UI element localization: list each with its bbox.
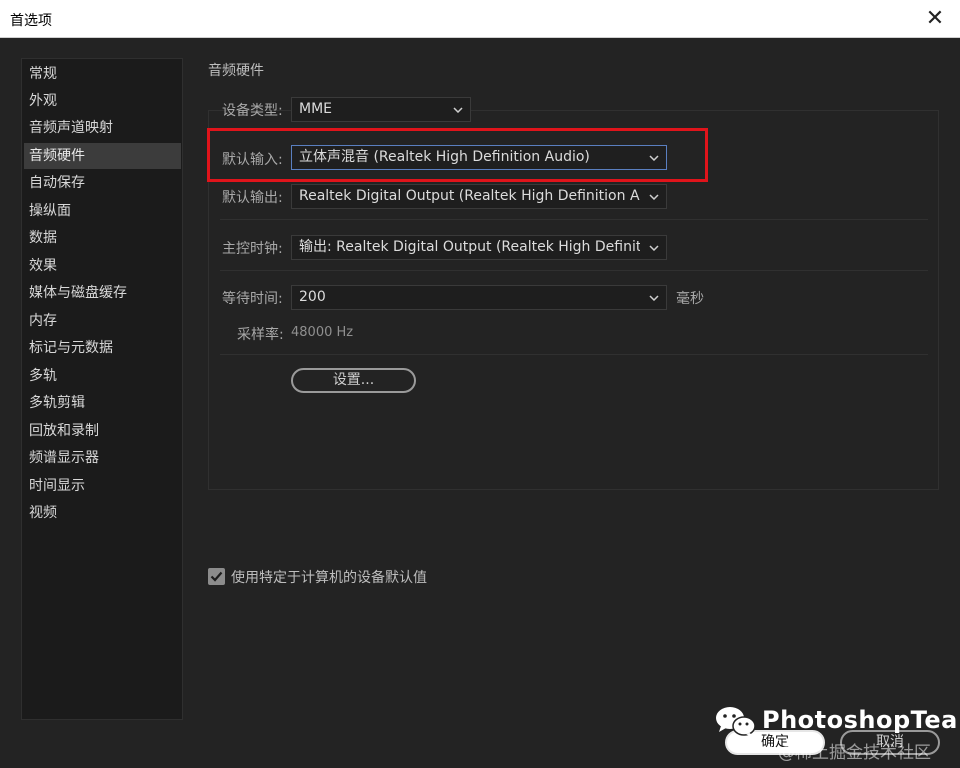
chevron-down-icon: [648, 185, 660, 208]
sidebar-item-multitrack-clips[interactable]: 多轨剪辑: [24, 390, 181, 416]
checkmark-icon: [210, 571, 223, 582]
default-output-select[interactable]: Realtek Digital Output (Realtek High Def…: [291, 184, 667, 209]
default-input-select[interactable]: 立体声混音 (Realtek High Definition Audio): [291, 145, 667, 170]
sidebar-item-playback-recording[interactable]: 回放和录制: [24, 418, 181, 444]
master-clock-value: 输出: Realtek Digital Output (Realtek High…: [299, 239, 640, 255]
sidebar-item-audio-channel-mapping[interactable]: 音频声道映射: [24, 115, 181, 141]
device-type-value: MME: [299, 101, 333, 117]
default-input-label: 默认输入:: [222, 152, 283, 168]
sidebar-item-markers-metadata[interactable]: 标记与元数据: [24, 335, 181, 361]
chevron-down-icon: [648, 146, 660, 169]
device-type-select[interactable]: MME: [291, 97, 471, 122]
use-defaults-checkbox[interactable]: [208, 568, 225, 585]
sidebar-item-control-surface[interactable]: 操纵面: [24, 198, 181, 224]
settings-button[interactable]: 设置...: [291, 368, 416, 393]
chevron-down-icon: [452, 98, 464, 121]
juejin-watermark: @稀土掘金技术社区: [778, 743, 931, 763]
sidebar-item-time-display[interactable]: 时间显示: [24, 473, 181, 499]
latency-label: 等待时间:: [222, 291, 283, 307]
wechat-icon: [714, 704, 758, 740]
device-type-label: 设备类型:: [222, 103, 283, 119]
chevron-down-icon: [648, 286, 660, 309]
use-defaults-label: 使用特定于计算机的设备默认值: [231, 570, 427, 586]
close-icon[interactable]: ✕: [922, 6, 948, 32]
latency-unit: 毫秒: [676, 291, 704, 307]
latency-select[interactable]: 200: [291, 285, 667, 310]
sidebar-item-memory[interactable]: 内存: [24, 308, 181, 334]
master-clock-select[interactable]: 输出: Realtek Digital Output (Realtek High…: [291, 235, 667, 260]
sidebar-item-general[interactable]: 常规: [24, 61, 181, 87]
sidebar-item-media-disk-cache[interactable]: 媒体与磁盘缓存: [24, 280, 181, 306]
default-output-label: 默认输出:: [222, 190, 283, 206]
sample-rate-value: 48000 Hz: [291, 325, 354, 340]
sidebar-item-data[interactable]: 数据: [24, 225, 181, 251]
sample-rate-label: 采样率:: [237, 327, 284, 343]
latency-value: 200: [299, 289, 326, 305]
divider: [220, 354, 928, 355]
preferences-sidebar: 常规 外观 音频声道映射 音频硬件 自动保存 操纵面 数据 效果 媒体与磁盘缓存…: [21, 58, 183, 720]
sidebar-item-video[interactable]: 视频: [24, 500, 181, 526]
default-output-value: Realtek Digital Output (Realtek High Def…: [299, 188, 640, 204]
sidebar-item-effects[interactable]: 效果: [24, 253, 181, 279]
window-title: 首选项: [10, 13, 52, 29]
sidebar-item-audio-hardware[interactable]: 音频硬件: [24, 143, 181, 169]
sidebar-item-spectral-display[interactable]: 频谱显示器: [24, 445, 181, 471]
sidebar-item-appearance[interactable]: 外观: [24, 88, 181, 114]
section-title: 音频硬件: [208, 63, 264, 79]
default-input-value: 立体声混音 (Realtek High Definition Audio): [299, 149, 590, 165]
brand-watermark: PhotoshopTea: [762, 706, 958, 734]
master-clock-label: 主控时钟:: [222, 241, 283, 257]
chevron-down-icon: [648, 236, 660, 259]
sidebar-item-auto-save[interactable]: 自动保存: [24, 170, 181, 196]
divider: [220, 270, 928, 271]
sidebar-item-multitrack[interactable]: 多轨: [24, 363, 181, 389]
divider: [220, 219, 928, 220]
title-bar: 首选项 ✕: [0, 0, 960, 38]
